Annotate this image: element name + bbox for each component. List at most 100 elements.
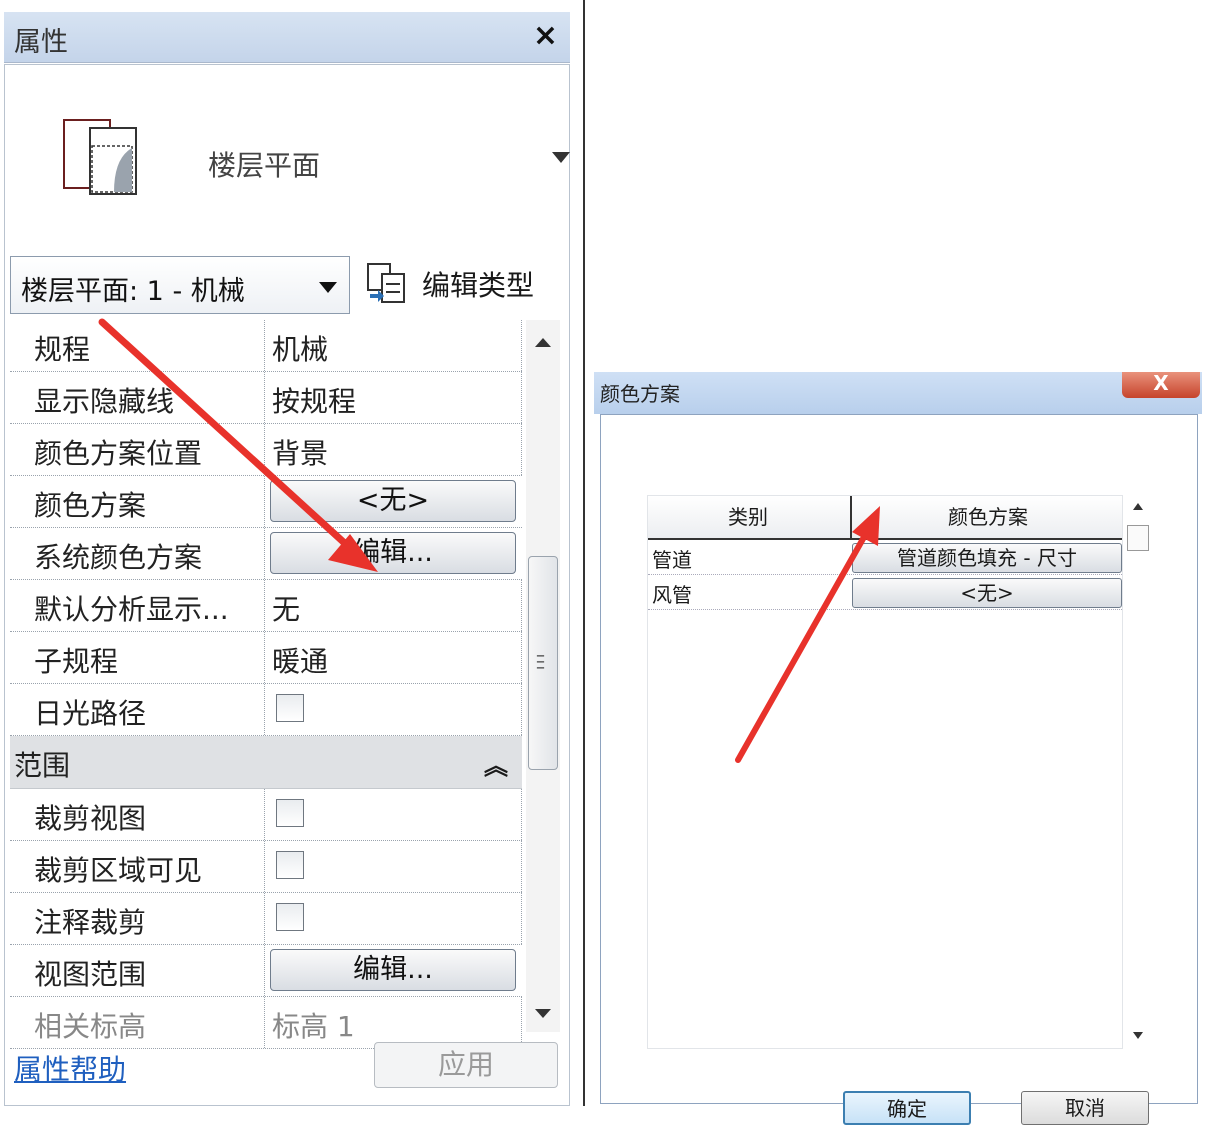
column-divider	[521, 372, 522, 423]
table-row: 管道 管道颜色填充 - 尺寸	[648, 540, 1122, 575]
column-divider	[521, 789, 522, 840]
close-icon[interactable]: ×	[533, 18, 558, 53]
properties-help-link[interactable]: 属性帮助	[14, 1048, 126, 1088]
type-name: 楼层平面	[208, 149, 321, 182]
column-divider	[264, 997, 265, 1048]
column-divider	[264, 841, 265, 892]
chevron-down-icon	[319, 282, 337, 293]
property-key: 日光路径	[34, 697, 147, 730]
column-divider	[264, 684, 265, 735]
crop-region-visible-checkbox[interactable]	[276, 851, 304, 879]
property-key: 颜色方案	[34, 489, 147, 522]
cancel-button[interactable]: 取消	[1021, 1091, 1149, 1125]
column-divider	[521, 632, 522, 683]
property-row: 裁剪区域可见	[10, 841, 522, 893]
property-key: 默认分析显示...	[34, 593, 229, 626]
dialog-body: 类别 颜色方案 管道 管道颜色填充 - 尺寸 风管 <无> 确定 取消	[600, 414, 1198, 1125]
column-divider	[521, 320, 522, 371]
annotation-crop-checkbox[interactable]	[276, 903, 304, 931]
column-divider	[264, 945, 265, 996]
property-row: 默认分析显示... 无	[10, 580, 522, 632]
property-row: 规程 机械	[10, 320, 522, 372]
pipe-scheme-button[interactable]: 管道颜色填充 - 尺寸	[852, 543, 1122, 573]
property-value: 标高 1	[272, 1010, 355, 1043]
crop-view-checkbox[interactable]	[276, 799, 304, 827]
column-divider	[264, 424, 265, 475]
panel-divider	[583, 0, 585, 1106]
dialog-title-bar: 颜色方案 X	[594, 372, 1202, 414]
property-row: 颜色方案位置 背景	[10, 424, 522, 476]
view-range-edit-button[interactable]: 编辑...	[270, 949, 516, 991]
properties-scrollbar[interactable]: – – –	[526, 320, 560, 1032]
column-divider	[264, 893, 265, 944]
property-value[interactable]: 机械	[272, 328, 328, 368]
property-row: 系统颜色方案 编辑...	[10, 528, 522, 580]
property-key: 裁剪视图	[34, 802, 147, 835]
property-row: 注释裁剪	[10, 893, 522, 945]
properties-panel: 属性 × 楼层平面 楼层平面: 1 - 机械 编辑类型 规程 机械 显示隐藏线 …	[0, 0, 572, 1106]
scrollbar-thumb[interactable]: – – –	[528, 556, 558, 770]
properties-title-bar: 属性 ×	[4, 12, 570, 63]
table-header: 类别 颜色方案	[648, 496, 1122, 540]
close-icon[interactable]: X	[1122, 372, 1200, 398]
collapse-icon[interactable]: ︽	[484, 746, 508, 781]
apply-button[interactable]: 应用	[374, 1042, 558, 1088]
color-scheme-dialog: 颜色方案 X 类别 颜色方案 管道 管道颜色填充 - 尺寸 风管 <无> 确定 …	[594, 372, 1202, 1125]
property-value[interactable]: 暖通	[272, 640, 328, 680]
scrollbar-thumb[interactable]	[1127, 525, 1149, 551]
table-row: 风管 <无>	[648, 575, 1122, 610]
properties-grid: 规程 机械 显示隐藏线 按规程 颜色方案位置 背景 颜色方案 <无> 系统颜色方…	[10, 320, 522, 1049]
property-key: 颜色方案位置	[34, 437, 203, 470]
duct-scheme-button[interactable]: <无>	[852, 578, 1122, 608]
column-header-category: 类别	[728, 505, 768, 529]
property-key: 注释裁剪	[34, 906, 147, 939]
instance-selector-label: 楼层平面: 1 - 机械	[21, 276, 245, 307]
scroll-down-icon[interactable]	[1133, 1032, 1143, 1039]
column-divider	[264, 789, 265, 840]
property-value[interactable]: 背景	[272, 432, 328, 472]
column-divider	[264, 580, 265, 631]
color-scheme-button[interactable]: <无>	[270, 480, 516, 522]
column-divider	[521, 893, 522, 944]
chevron-down-icon[interactable]	[552, 152, 570, 163]
property-row: 裁剪视图	[10, 789, 522, 841]
category-cell: 风管	[652, 583, 692, 607]
edit-type-label: 编辑类型	[422, 269, 535, 302]
property-row: 颜色方案 <无>	[10, 476, 522, 528]
instance-selector[interactable]: 楼层平面: 1 - 机械	[10, 256, 350, 314]
property-value[interactable]: 按规程	[272, 380, 356, 420]
column-divider	[264, 632, 265, 683]
ok-button[interactable]: 确定	[843, 1091, 971, 1125]
scroll-down-icon[interactable]	[535, 1009, 551, 1018]
sun-path-checkbox[interactable]	[276, 694, 304, 722]
property-row: 显示隐藏线 按规程	[10, 372, 522, 424]
system-color-scheme-edit-button[interactable]: 编辑...	[270, 532, 516, 574]
column-divider	[521, 580, 522, 631]
property-key: 子规程	[34, 645, 119, 678]
column-divider	[521, 997, 522, 1048]
properties-title: 属性	[14, 27, 68, 58]
column-divider	[521, 841, 522, 892]
column-header-scheme: 颜色方案	[850, 496, 1124, 538]
group-label: 范围	[14, 749, 71, 782]
scroll-up-icon[interactable]	[535, 338, 551, 347]
column-divider	[264, 528, 265, 579]
property-key: 显示隐藏线	[34, 385, 175, 418]
property-row: 日光路径	[10, 684, 522, 736]
type-selector[interactable]: 楼层平面	[14, 74, 570, 244]
property-key: 相关标高	[34, 1010, 147, 1043]
scheme-table: 类别 颜色方案 管道 管道颜色填充 - 尺寸 风管 <无>	[647, 495, 1123, 1049]
column-divider	[264, 476, 265, 527]
scroll-up-icon[interactable]	[1133, 503, 1143, 510]
table-scrollbar[interactable]	[1127, 495, 1149, 1047]
category-cell: 管道	[652, 548, 692, 572]
column-divider	[521, 684, 522, 735]
property-key: 裁剪区域可见	[34, 854, 203, 887]
property-row: 子规程 暖通	[10, 632, 522, 684]
column-divider	[521, 424, 522, 475]
property-value[interactable]: 无	[272, 588, 300, 628]
floor-plan-icon	[63, 119, 137, 195]
group-header-extents[interactable]: 范围 ︽	[10, 736, 522, 789]
property-key: 系统颜色方案	[34, 541, 203, 574]
property-key: 规程	[34, 333, 91, 366]
